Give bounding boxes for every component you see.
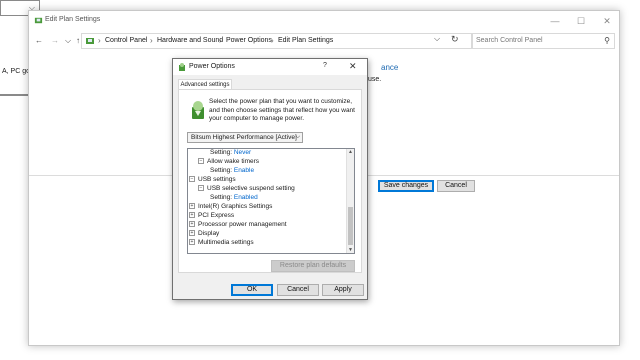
breadcrumb-control-panel[interactable]: Control Panel (105, 37, 147, 44)
close-icon[interactable]: ✕ (595, 13, 619, 29)
tree-row-setting[interactable]: Setting: Enabled (210, 193, 258, 202)
dialog-close-icon[interactable]: ✕ (349, 61, 357, 72)
tree-row-setting[interactable]: Setting: Enable (210, 166, 254, 175)
help-icon[interactable]: ? (323, 62, 327, 69)
scrollbar-thumb[interactable] (348, 207, 353, 245)
search-placeholder: Search Control Panel (476, 37, 543, 44)
expand-icon[interactable]: + (189, 203, 195, 210)
expand-icon[interactable]: + (189, 239, 195, 246)
breadcrumb-hardware-and-sound[interactable]: Hardware and Sound (157, 37, 223, 44)
advanced-settings-panel: Select the power plan that you want to c… (178, 89, 362, 273)
collapse-icon[interactable]: − (198, 158, 204, 165)
back-icon[interactable]: ← (33, 34, 45, 48)
minimize-icon[interactable]: — (543, 13, 567, 29)
scroll-down-icon[interactable]: ▼ (348, 247, 353, 253)
apply-button[interactable]: Apply (322, 284, 364, 296)
ok-button[interactable]: OK (231, 284, 273, 296)
address-bar-row: ← → ⌵ ↑ › Control Panel › Hardware and S… (29, 31, 619, 51)
chevron-down-icon: ⌵ (295, 134, 300, 140)
address-dropdown-icon[interactable]: ⌵ (434, 34, 440, 44)
dialog-title-bar: Power Options ? ✕ (173, 59, 367, 75)
tree-row-intel-graphics[interactable]: + Intel(R) Graphics Settings (189, 202, 272, 211)
collapse-icon[interactable]: − (198, 185, 204, 192)
control-panel-icon (34, 17, 43, 24)
breadcrumb-separator-icon: › (150, 36, 153, 45)
page-text-fragment: use. (368, 76, 382, 83)
collapse-icon[interactable]: − (189, 176, 195, 183)
search-box[interactable]: Search Control Panel ⚲ (471, 33, 615, 49)
breadcrumb-power-options[interactable]: Power Options (226, 37, 272, 44)
cancel-button[interactable]: Cancel (437, 180, 475, 192)
save-changes-button[interactable]: Save changes (378, 180, 434, 192)
tree-row-processor-power[interactable]: + Processor power management (189, 220, 287, 229)
settings-tree[interactable]: Setting: Never − Allow wake timers Settin… (187, 148, 355, 254)
forward-icon[interactable]: → (49, 34, 61, 48)
tree-row-allow-wake-timers[interactable]: − Allow wake timers (198, 157, 259, 166)
breadcrumb-edit-plan-settings[interactable]: Edit Plan Settings (278, 37, 333, 44)
address-box[interactable]: › Control Panel › Hardware and Sound › P… (81, 33, 473, 49)
dialog-title: Power Options (189, 63, 235, 70)
dialog-description: Select the power plan that you want to c… (209, 98, 355, 122)
power-plan-select[interactable]: Bitsum Highest Performance [Active] ⌵ (187, 132, 303, 143)
power-options-dialog: Power Options ? ✕ Advanced settings Sele… (172, 58, 368, 300)
tree-row-display[interactable]: + Display (189, 229, 219, 238)
maximize-icon[interactable]: ☐ (569, 13, 593, 29)
tree-row-setting[interactable]: Setting: Never (210, 149, 251, 157)
page-heading-fragment: ance (381, 63, 399, 72)
breadcrumb-separator-icon: › (219, 36, 222, 45)
tree-row-multimedia[interactable]: + Multimedia settings (189, 238, 254, 247)
expand-icon[interactable]: + (189, 221, 195, 228)
dialog-cancel-button[interactable]: Cancel (277, 284, 319, 296)
breadcrumb-separator-icon: › (98, 36, 101, 45)
expand-icon[interactable]: + (189, 212, 195, 219)
scroll-up-icon[interactable]: ▲ (348, 149, 353, 155)
setting-value-link[interactable]: Never (234, 149, 251, 156)
window-title: Edit Plan Settings (45, 16, 101, 23)
tree-row-usb-selective-suspend[interactable]: − USB selective suspend setting (198, 184, 295, 193)
tree-scrollbar[interactable]: ▲ ▼ (346, 149, 354, 253)
power-options-icon (179, 63, 185, 71)
tree-row-usb-settings[interactable]: − USB settings (189, 175, 236, 184)
setting-value-link[interactable]: Enabled (234, 194, 258, 201)
power-plan-selected: Bitsum Highest Performance [Active] (191, 134, 297, 141)
breadcrumb-separator-icon: › (271, 36, 274, 45)
expand-icon[interactable]: + (189, 230, 195, 237)
restore-plan-defaults-button[interactable]: Restore plan defaults (271, 260, 355, 272)
control-panel-icon (86, 38, 94, 44)
power-plan-icon (192, 101, 204, 119)
search-icon[interactable]: ⚲ (604, 36, 610, 45)
tree-row-pci-express[interactable]: + PCI Express (189, 211, 234, 220)
refresh-icon[interactable]: ↻ (451, 34, 459, 45)
title-bar: Edit Plan Settings — ☐ ✕ (29, 11, 619, 31)
setting-value-link[interactable]: Enable (234, 167, 254, 174)
